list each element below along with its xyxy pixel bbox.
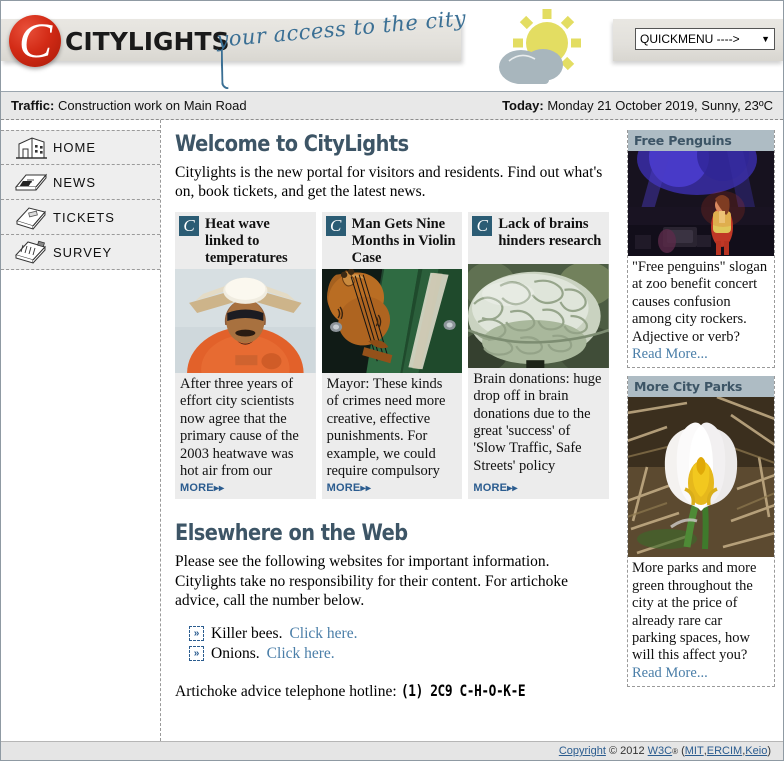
traffic-group: Traffic: Construction work on Main Road [11,98,247,113]
ticket-icon [9,202,53,232]
registered-mark: ® [672,746,679,756]
panel-text-block: "Free penguins" slogan at zoo benefit co… [628,256,774,367]
list-item[interactable]: » Killer bees. Click here. [189,625,609,643]
concert-stage-photo [628,151,774,256]
copyright-symbol: © [608,745,618,757]
external-link-list: » Killer bees. Click here. » Onions. Cli… [175,625,609,663]
man-with-cardboard-sun-hat-photo [175,269,316,374]
more-label: MORE [473,482,508,495]
logo-letter: C [18,15,52,67]
citylights-logo-mark[interactable]: C [9,15,61,67]
site-logo-wordmark[interactable]: CITYLIGHTS [65,27,230,56]
elsewhere-title: Elsewhere on the Web [175,521,408,547]
content-area: HOME NEWS TICKETS SURVEY Welcome to City… [1,120,783,741]
news-card-header: C Lack of brains hinders research [468,212,609,264]
today-group: Today: Monday 21 October 2019, Sunny, 23… [502,98,773,113]
mit-link[interactable]: MIT [685,745,704,757]
primary-nav: HOME NEWS TICKETS SURVEY [1,120,161,741]
traffic-value: Construction work on Main Road [57,98,247,113]
hotline-number: (1) 2C9 C-H-O-K-E [400,680,526,700]
news-card[interactable]: C Man Gets Nine Months in Violin Case Ma… [321,211,463,500]
panel-text: More parks and more green throughout the… [632,560,757,664]
traffic-status-bar: Traffic: Construction work on Main Road … [1,92,783,120]
news-card-more-link[interactable]: MORE▸▸ [468,482,609,499]
citylights-badge-icon: C [472,215,493,236]
news-card-more-link[interactable]: MORE▸▸ [322,482,463,499]
panel-title: Free Penguins [628,130,774,151]
chevron-down-icon: ▼ [761,34,770,44]
sidebar-item-news[interactable]: NEWS [1,165,160,200]
panel-text: "Free penguins" slogan at zoo benefit co… [632,259,768,345]
news-card[interactable]: C Heat wave linked to temperatures After… [175,211,316,500]
panel-title: More City Parks [628,376,774,398]
citylights-badge-icon: C [325,215,346,236]
welcome-text: Citylights is the new portal for visitor… [175,164,603,201]
page-root: C CITYLIGHTS your access to the city QUI… [0,0,784,761]
keio-link[interactable]: Keio [745,745,767,757]
double-chevron-icon: ▸▸ [507,483,518,495]
main-content: Welcome to CityLights Citylights is the … [161,120,623,741]
quickmenu-select[interactable]: QUICKMENU ----> ▼ [635,28,775,50]
news-card[interactable]: C Lack of brains hinders research Brain … [468,211,610,500]
sidebar-item-label: NEWS [53,174,96,190]
double-chevron-icon: ▸▸ [213,483,225,495]
more-label: MORE [326,482,361,495]
close-paren: ) [767,745,771,757]
news-card-more-link[interactable]: MORE▸▸ [175,482,316,499]
today-label: Today: [502,98,544,113]
sidebar-item-home[interactable]: HOME [1,130,160,165]
hotline-line: Artichoke advice telephone hotline: (1) … [175,681,609,701]
anatomical-brain-model-photo [468,263,610,368]
site-header: C CITYLIGHTS your access to the city QUI… [1,1,783,92]
news-card-text: Brain donations: huge drop off in brain … [473,370,602,474]
read-more-link[interactable]: Read More... [632,665,770,682]
clipboard-icon [9,237,53,267]
news-card-text: Mayor: These kinds of crimes need more c… [326,376,446,480]
sidebar-item-label: SURVEY [53,244,113,260]
news-card-title: Heat wave linked to temperatures [205,215,288,266]
news-card-header: C Heat wave linked to temperatures [175,212,316,269]
sidebar-item-survey[interactable]: SURVEY [1,235,160,270]
elsewhere-text: Please see the following websites for im… [175,553,569,610]
news-card-header: C Man Gets Nine Months in Violin Case [322,212,463,269]
news-card-text: After three years of effort city scienti… [180,376,299,480]
page-title: Welcome to CityLights [175,132,409,157]
copyright-year: 2012 [620,745,645,757]
traffic-label: Traffic: [11,98,55,113]
news-card-title: Man Gets Nine Months in Violin Case [351,215,456,266]
copyright-link[interactable]: Copyright [559,745,606,757]
news-card-list: C Heat wave linked to temperatures After… [175,211,610,500]
news-card-title: Lack of brains hinders research [498,215,602,249]
w3c-link[interactable]: W3C [648,745,672,757]
read-more-link[interactable]: Read More... [632,346,770,363]
list-item-label: Killer bees. [211,624,283,642]
more-label: MORE [180,482,214,495]
double-chevron-icon: ▸▸ [360,483,371,495]
white-crocus-flower-photo [628,397,774,558]
site-footer: Copyright © 2012 W3C ® (MIT, ERCIM, Keio) [1,741,783,760]
violin-in-green-case-photo [321,269,463,374]
sidebar-item-tickets[interactable]: TICKETS [1,200,160,235]
double-chevron-bullet-icon: » [189,646,204,662]
sun-behind-cloud-icon [481,5,591,89]
click-here-link[interactable]: Click here. [267,645,335,663]
click-here-link[interactable]: Click here. [289,625,357,643]
today-value: Monday 21 October 2019, Sunny, 23ºC [547,98,773,113]
ercim-link[interactable]: ERCIM [707,745,742,757]
aside-panel-free-penguins[interactable]: Free Penguins "Free penguins" slogan at … [627,130,775,369]
hotline-label: Artichoke advice telephone hotline: [175,682,397,700]
quickmenu-label: QUICKMENU ----> [640,32,740,46]
citylights-badge-icon: C [179,215,199,236]
elsewhere-section: Elsewhere on the Web Please see the foll… [175,521,609,700]
list-item-label: Onions. [211,644,260,662]
building-icon [9,133,53,163]
secondary-sidebar: Free Penguins "Free penguins" slogan at … [623,120,783,741]
list-item[interactable]: » Onions. Click here. [189,645,609,663]
newspaper-icon [9,167,53,197]
sidebar-item-label: TICKETS [53,209,115,225]
double-chevron-bullet-icon: » [189,626,204,642]
sidebar-item-label: HOME [53,140,96,155]
aside-panel-more-city-parks[interactable]: More City Parks More parks and more gree… [627,376,775,688]
panel-text-block: More parks and more green throughout the… [628,557,774,686]
